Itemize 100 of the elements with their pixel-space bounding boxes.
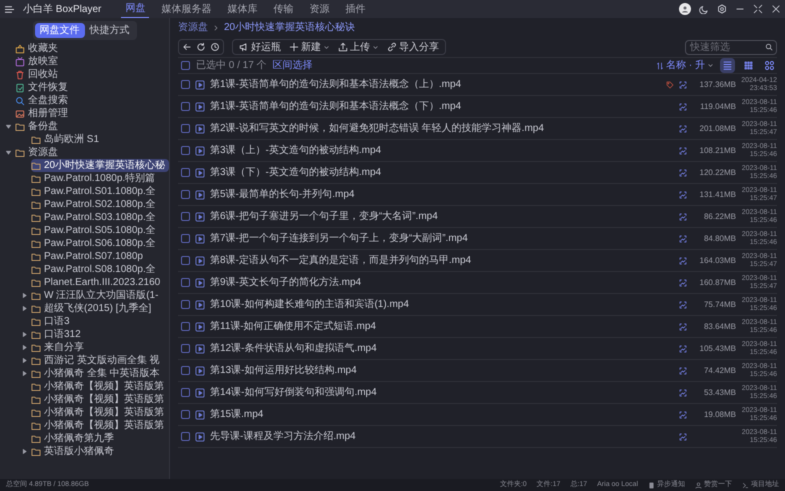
row-checkbox[interactable] xyxy=(181,256,190,265)
back-icon[interactable] xyxy=(182,42,192,52)
tree-item[interactable]: 相册管理 xyxy=(15,107,72,120)
row-checkbox[interactable] xyxy=(181,278,190,287)
tree-item[interactable]: 来自分享 xyxy=(31,341,88,354)
tree-item[interactable]: 口语3 xyxy=(31,315,74,328)
tree-item[interactable]: 超级飞侠(2015) [九季全] xyxy=(31,302,156,315)
row-checkbox[interactable] xyxy=(181,410,190,419)
tree-item[interactable]: 全盘搜索 xyxy=(15,94,72,107)
moon-icon[interactable] xyxy=(699,4,709,14)
image-icon xyxy=(679,366,687,374)
tree-item-label: Paw.Patrol.1080p.特别篇 xyxy=(44,172,156,184)
clock-icon[interactable] xyxy=(210,42,220,52)
row-checkbox[interactable] xyxy=(181,212,190,221)
tree-item[interactable]: 口语312 xyxy=(31,328,85,341)
tree-item-label: 小猪佩奇第九季 xyxy=(44,432,114,444)
tree-item-label: Planet.Earth.III.2023.2160 xyxy=(44,276,160,288)
select-all-checkbox[interactable] xyxy=(181,61,190,70)
row-checkbox[interactable] xyxy=(181,234,190,243)
tree-item[interactable]: W 汪汪队立大功国语版(1- xyxy=(31,289,162,302)
row-checkbox[interactable] xyxy=(181,102,190,111)
sidebar-tab[interactable]: 网盘文件 xyxy=(34,23,84,38)
tree-item[interactable]: 资源盘 xyxy=(15,146,62,159)
row-checkbox[interactable] xyxy=(181,366,190,375)
search-field[interactable]: 快速筛选 xyxy=(685,40,777,54)
toolbar-button[interactable]: 导入分享 xyxy=(383,40,443,54)
nav-tab[interactable]: 媒体库 xyxy=(223,0,262,18)
nav-tab[interactable]: 传输 xyxy=(269,0,298,18)
collapsed-arrow-icon[interactable] xyxy=(20,292,28,299)
expanded-arrow-icon[interactable] xyxy=(4,149,12,156)
collapsed-arrow-icon[interactable] xyxy=(20,331,28,338)
row-checkbox[interactable] xyxy=(181,388,190,397)
tree-item[interactable]: 小猪佩奇【视频】英语版第 xyxy=(31,406,168,419)
range-select-link[interactable]: 区间选择 xyxy=(272,58,313,73)
tree-item-label: Paw.Patrol.S05.1080p.全 xyxy=(44,224,156,236)
row-checkbox[interactable] xyxy=(181,190,190,199)
row-checkbox[interactable] xyxy=(181,124,190,133)
tree-item[interactable]: 岛屿欧洲 S1 xyxy=(31,133,104,146)
tree-item[interactable]: 收藏夹 xyxy=(15,42,62,55)
person-icon xyxy=(695,482,702,488)
tree-item[interactable]: 小猪佩奇第九季 xyxy=(31,432,118,445)
row-checkbox[interactable] xyxy=(181,80,190,89)
collapsed-arrow-icon[interactable] xyxy=(20,357,28,364)
row-checkbox[interactable] xyxy=(181,322,190,331)
tree-item-label: 放映室 xyxy=(28,56,58,68)
tree-item[interactable]: Paw.Patrol.S02.1080p.全 xyxy=(31,198,160,211)
image-icon xyxy=(679,344,687,352)
tree-item[interactable]: Paw.Patrol.S05.1080p.全 xyxy=(31,224,160,237)
file-size: 108.21MB xyxy=(698,144,736,156)
breadcrumb-link[interactable]: 20小时快速掌握英语核心秘诀 xyxy=(224,20,356,35)
tree-item[interactable]: Paw.Patrol.S07.1080p xyxy=(31,250,147,263)
nav-tab[interactable]: 资源 xyxy=(305,0,334,18)
row-checkbox[interactable] xyxy=(181,344,190,353)
tree-item[interactable]: 备份盘 xyxy=(15,120,62,133)
tree-item[interactable]: 小猪佩奇 全集 中英语版本 xyxy=(31,367,164,380)
expanded-arrow-icon[interactable] xyxy=(4,123,12,130)
view-toggle[interactable] xyxy=(762,58,777,73)
tree-item[interactable]: 西游记 英文版动画全集 视 xyxy=(31,354,164,367)
nav-tab[interactable]: 插件 xyxy=(341,0,370,18)
toolbar-button[interactable]: 新建 xyxy=(285,40,334,54)
toolbar-button[interactable]: 上传 xyxy=(334,40,383,54)
tree-item[interactable]: Paw.Patrol.1080p.特别篇 xyxy=(31,172,160,185)
view-toggle[interactable] xyxy=(720,58,735,73)
row-checkbox[interactable] xyxy=(181,168,190,177)
tree-item[interactable]: 文件恢复 xyxy=(15,81,72,94)
sort-button[interactable]: 名称 · 升 xyxy=(656,58,714,73)
collapsed-arrow-icon[interactable] xyxy=(20,305,28,312)
fullscreen-icon[interactable] xyxy=(753,4,763,14)
row-checkbox[interactable] xyxy=(181,432,190,441)
menu-icon[interactable] xyxy=(4,4,15,14)
tree-item[interactable]: Paw.Patrol.S01.1080p.全 xyxy=(31,185,160,198)
tree-item[interactable]: 放映室 xyxy=(15,55,62,68)
tree-item[interactable]: 回收站 xyxy=(15,68,62,81)
settings-icon[interactable] xyxy=(717,4,727,14)
tree-item[interactable]: 英语版小猪佩奇 xyxy=(31,445,118,458)
tree-item[interactable]: 小猪佩奇【视频】英语版第 xyxy=(31,419,168,432)
file-name: 第15课.mp4 xyxy=(210,408,264,422)
document-icon xyxy=(15,82,25,92)
collapsed-arrow-icon[interactable] xyxy=(20,448,28,455)
collapsed-arrow-icon[interactable] xyxy=(20,370,28,377)
row-checkbox[interactable] xyxy=(181,146,190,155)
tree-item[interactable]: Paw.Patrol.S08.1080p.全 xyxy=(31,263,160,276)
tree-item[interactable]: Paw.Patrol.S03.1080p.全 xyxy=(31,211,160,224)
tree-item[interactable]: 20小时快速掌握英语核心秘 xyxy=(31,159,170,172)
row-checkbox[interactable] xyxy=(181,300,190,309)
sidebar-tab[interactable]: 快捷方式 xyxy=(84,23,134,38)
tree-item[interactable]: Planet.Earth.III.2023.2160 xyxy=(31,276,164,289)
tree-item[interactable]: 小猪佩奇【视频】英语版第 xyxy=(31,393,168,406)
breadcrumb-link[interactable]: 资源盘 xyxy=(178,20,208,35)
collapsed-arrow-icon[interactable] xyxy=(20,344,28,351)
close-icon[interactable] xyxy=(771,4,781,14)
video-file-icon xyxy=(195,344,205,354)
search-icon[interactable] xyxy=(765,43,773,51)
refresh-icon[interactable] xyxy=(196,42,206,52)
toolbar-button[interactable]: 好运瓶 xyxy=(235,40,285,54)
nav-tab[interactable]: 媒体服务器 xyxy=(157,0,216,18)
tree-item[interactable]: Paw.Patrol.S06.1080p.全 xyxy=(31,237,160,250)
tree-item[interactable]: 小猪佩奇【视频】英语版第 xyxy=(31,380,168,393)
avatar[interactable] xyxy=(679,3,691,15)
tree-item-label: 相册管理 xyxy=(28,108,68,120)
